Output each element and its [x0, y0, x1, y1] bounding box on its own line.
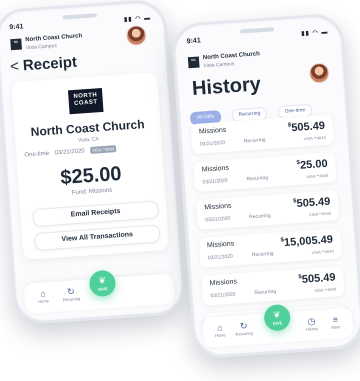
gift-date: 03/21/2020	[210, 291, 236, 300]
receipt-card: NORTH COAST North Coast Church Vista, CA…	[11, 72, 170, 260]
gift-amount: $505.49	[298, 271, 336, 286]
status-time: 9:41	[186, 37, 201, 46]
email-receipts-button[interactable]: Email Receipts	[32, 200, 160, 228]
gift-fund: Missions	[206, 240, 235, 250]
gift-row[interactable]: Missions 03/21/2020 Recurring $505.49VISA *…	[201, 265, 345, 306]
tab-home[interactable]: ⌂ Home	[206, 322, 233, 339]
church-name: North Coast Church	[25, 33, 83, 44]
status-time: 9:41	[9, 23, 24, 32]
gift-card: VISA **4044	[306, 172, 329, 180]
gift-fund: Missions	[198, 126, 227, 136]
gift-amount: $505.49	[287, 119, 326, 135]
gift-card: VISA **4044	[303, 134, 326, 142]
tab-history[interactable]: ◷ History	[298, 315, 325, 332]
church-logo-small: NC	[10, 38, 22, 51]
gift-amount: $15,005.49	[280, 233, 334, 250]
filter-chips: All Gifts Recurring One-time	[189, 97, 318, 126]
tab-home-label: Home	[214, 332, 226, 339]
gift-row[interactable]: Missions 03/21/2020 Recurring $25.00 VISA **…	[193, 152, 337, 193]
tab-recurring-label: Recurring	[235, 330, 254, 337]
tab-bar: ⌂ Home ↻ Recurring ❦ GIVE	[23, 269, 176, 314]
gift-type: Recurring	[251, 250, 274, 259]
back-button[interactable]: < Receipt	[10, 54, 78, 76]
church-campus: Vista Campus	[203, 61, 235, 70]
page-title: Receipt	[22, 53, 78, 75]
leaf-icon: ❦	[98, 275, 107, 286]
gift-amount-main: 15,005	[283, 234, 319, 250]
gift-date: 03/21/2020	[202, 177, 228, 186]
gift-card: VISA **4044	[314, 286, 337, 294]
status-icons: ▮▮ ◠ ▬	[301, 29, 329, 38]
gift-fund: Missions	[209, 278, 238, 288]
tab-home-label: Home	[38, 298, 50, 304]
gift-amount: $25.00	[296, 157, 329, 172]
give-label: GIVE	[97, 286, 108, 292]
gift-fund: Missions	[204, 202, 232, 212]
tab-home[interactable]: ⌂ Home	[30, 288, 57, 305]
tab-more-label: More	[331, 324, 341, 330]
church-campus: Vista Campus	[25, 43, 58, 52]
receipt-phone: 9:41 ▮▮ ◠ ▬ NC North Coast Church Vista …	[0, 0, 187, 326]
gift-date: 03/21/2020	[205, 215, 231, 224]
chevron-left-icon: <	[9, 57, 20, 76]
avatar[interactable]	[125, 24, 147, 47]
give-button[interactable]: ❦ GIVE	[88, 269, 117, 298]
give-button[interactable]: ❦ GIVE	[263, 303, 292, 332]
receipt-frequency: One-time	[24, 150, 50, 159]
gift-amount-main: 505	[296, 196, 316, 211]
gift-card: VISA **4044	[308, 210, 332, 218]
gift-card: VISA **4044	[311, 248, 334, 256]
tab-recurring[interactable]: ↻ Recurring	[58, 286, 85, 303]
tab-recurring-label: Recurring	[62, 296, 81, 303]
gift-amount-cents: .00	[311, 157, 329, 171]
history-phone: 9:41 ▮▮ ◠ ▬ NC North Coast Church Vista …	[170, 12, 360, 360]
gift-amount-cents: .49	[314, 195, 331, 209]
church-name: North Coast Church	[202, 51, 260, 62]
gift-amount-cents: .49	[317, 233, 334, 247]
church-logo-small: NC	[187, 56, 200, 69]
card-badge: VISA **4044	[90, 145, 117, 154]
tab-more[interactable]: ≡ More	[322, 314, 349, 331]
tab-recurring[interactable]: ↻ Recurring	[230, 320, 257, 337]
church-header: NC North Coast Church Vista Campus	[187, 51, 260, 72]
gift-type: Recurring	[246, 174, 269, 183]
gift-type: Recurring	[248, 212, 271, 221]
gift-amount-cents: .49	[319, 271, 336, 285]
church-header: NC North Coast Church Vista Campus	[10, 33, 82, 54]
page-title: History	[191, 73, 262, 101]
gift-type: Recurring	[254, 288, 277, 297]
avatar[interactable]	[308, 62, 330, 84]
gift-type: Recurring	[243, 137, 266, 145]
church-logo: NORTH COAST	[67, 87, 104, 115]
gift-amount-cents: .49	[309, 119, 326, 133]
leaf-icon: ❦	[272, 309, 282, 320]
gift-date: 03/21/2020	[207, 253, 234, 262]
give-label: GIVE	[272, 320, 283, 326]
gift-amount-main: 505	[290, 120, 311, 135]
gift-amount: $505.49	[292, 195, 331, 211]
status-icons: ▮▮ ◠ ▬	[123, 15, 152, 24]
gift-row[interactable]: Missions 03/21/2020 Recurring $505.49VISA *…	[195, 190, 340, 230]
gift-row[interactable]: Missions 03/21/2020 Recurring $15,005.49 VIS…	[198, 228, 343, 268]
view-all-transactions-button[interactable]: View All Transactions	[33, 224, 161, 252]
gift-amount-main: 25	[299, 158, 313, 172]
gift-date: 03/21/2020	[199, 139, 226, 148]
receipt-date: 03/21/2020	[54, 148, 85, 157]
gift-amount-main: 505	[301, 272, 321, 286]
gift-list: Missions 03/21/2020 Recurring $505.49 VISA *…	[174, 16, 348, 344]
tab-history-label: History	[305, 325, 319, 332]
gift-fund: Missions	[201, 164, 230, 174]
